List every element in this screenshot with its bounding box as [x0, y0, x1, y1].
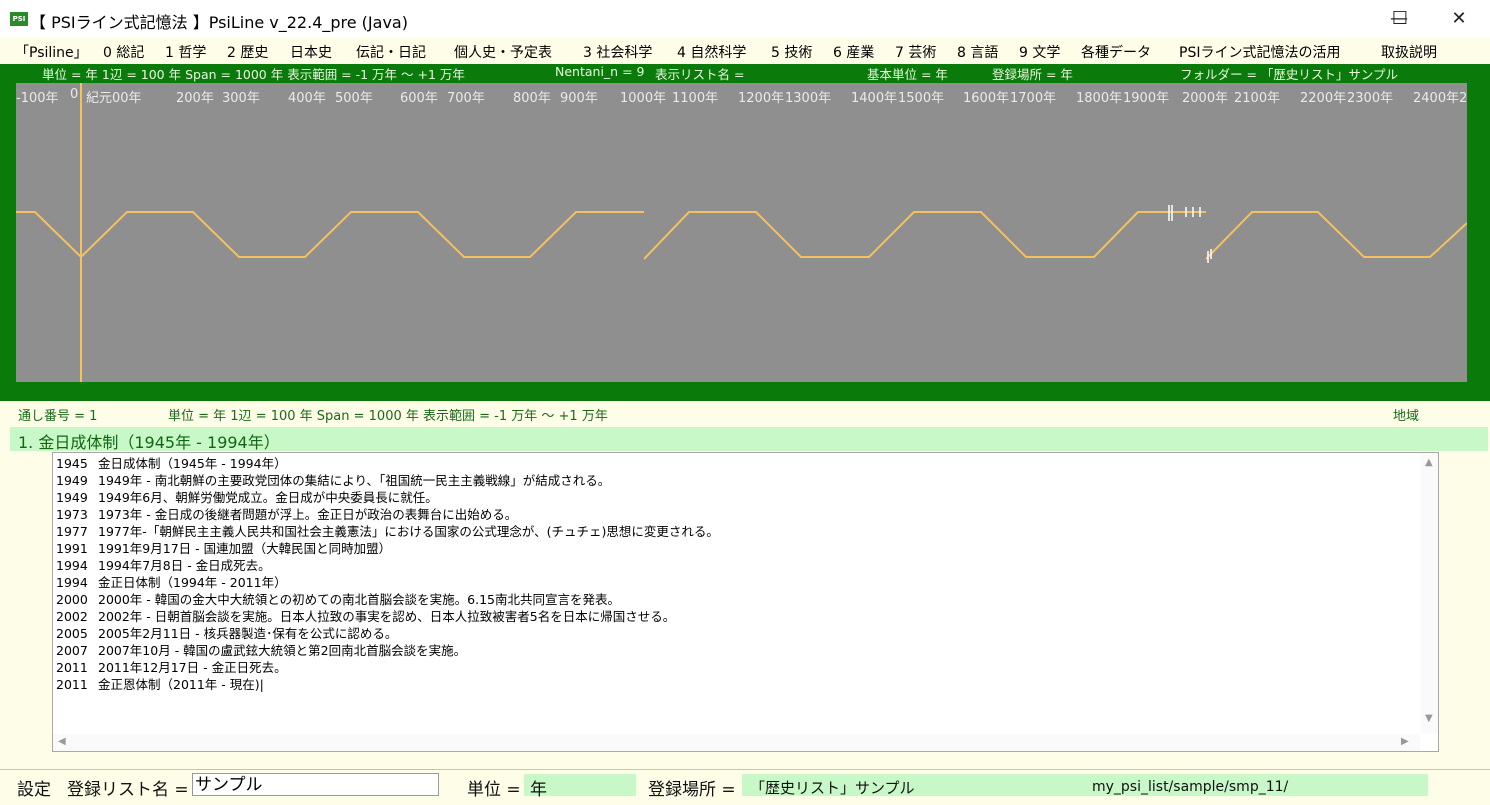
tl-reg-place: 登録場所 = 年	[992, 67, 1073, 82]
entry-year: 1973	[56, 507, 88, 522]
entry-year: 1991	[56, 541, 88, 556]
entries-list: 1945 金日成体制（1945年 - 1994年） 1949 1949年 - 南北朝…	[56, 455, 719, 693]
entry-text: 1949年 - 南北朝鮮の主要政党団体の集結により、「祖国統一民主主義戦線」が結…	[98, 473, 611, 488]
entries-textarea[interactable]: 1945 金日成体制（1945年 - 1994年） 1949 1949年 - 南北朝…	[52, 452, 1439, 752]
menu-social-science[interactable]: 3 社会科学	[583, 42, 652, 62]
scroll-left-icon[interactable]: ◀	[58, 736, 66, 747]
entry-text: 金正恩体制（2011年 - 現在)|	[98, 677, 264, 692]
close-button[interactable]: ✕	[1436, 4, 1482, 34]
entry-year: 2000	[56, 592, 88, 607]
menu-history[interactable]: 2 歴史	[227, 42, 268, 62]
entry-text: 2011年12月17日 - 金正日死去。	[98, 660, 287, 675]
record-title-bar: 1. 金日成体制（1945年 - 1994年）	[10, 427, 1488, 452]
list-item: 1973 1973年 - 金日成の後継者問題が浮上。金正日が政治の表舞台に出始める…	[56, 506, 719, 523]
entry-year: 2002	[56, 609, 88, 624]
list-item: 2011 金正恩体制（2011年 - 現在)|	[56, 676, 719, 693]
unit-value: 年	[530, 780, 547, 800]
menu-manual[interactable]: 取扱説明	[1381, 42, 1437, 62]
list-item: 2005 2005年2月11日 - 核兵器製造･保有を公式に認める。	[56, 625, 719, 642]
menu-art[interactable]: 7 芸術	[895, 42, 936, 62]
list-name-label: 登録リスト名 =	[67, 780, 189, 800]
entry-year: 2007	[56, 643, 88, 658]
list-item: 2002 2002年 - 日朝首脳会談を実施。日本人拉致の事実を認め、日本人拉致被…	[56, 608, 719, 625]
menu-literature[interactable]: 9 文学	[1019, 42, 1060, 62]
region-label: 地域	[1393, 409, 1420, 424]
entry-text: 1973年 - 金日成の後継者問題が浮上。金正日が政治の表舞台に出始める。	[98, 507, 518, 522]
settings-button[interactable]: 設定	[17, 775, 51, 800]
list-item: 2011 2011年12月17日 - 金正日死去。	[56, 659, 719, 676]
entry-text: 2002年 - 日朝首脳会談を実施。日本人拉致の事実を認め、日本人拉致被害者5名…	[98, 609, 676, 624]
bottom-separator	[0, 769, 1490, 770]
title-bar: PSI 【 PSIライン式記憶法 】PsiLine v_22.4_pre (Ja…	[0, 0, 1490, 39]
menu-bar: 「Psiline」 0 総記 1 哲学 2 歴史 日本史 伝記・日記 個人史・予…	[0, 38, 1490, 64]
menu-personal-history[interactable]: 個人史・予定表	[454, 42, 552, 62]
record-title: 1. 金日成体制（1945年 - 1994年）	[18, 433, 280, 452]
menu-biography[interactable]: 伝記・日記	[356, 42, 426, 62]
menu-psiline[interactable]: 「Psiline」	[15, 42, 88, 62]
event-markers	[1168, 205, 1212, 263]
entry-text: 1994年7月8日 - 金日成死去。	[98, 558, 271, 573]
list-item: 1994 1994年7月8日 - 金日成死去。	[56, 557, 719, 574]
menu-natural-science[interactable]: 4 自然科学	[677, 42, 746, 62]
maximize-button[interactable]: ☐	[1377, 4, 1423, 34]
scroll-right-icon[interactable]: ▶	[1401, 736, 1409, 747]
entry-text: 1991年9月17日 - 国連加盟（大韓民国と同時加盟）	[98, 541, 392, 556]
entry-text: 2007年10月 - 韓国の盧武鉉大統領と第2回南北首脳会談を実施。	[98, 643, 467, 658]
place-label: 登録場所 =	[648, 780, 736, 800]
entry-text: 2000年 - 韓国の金大中大統領との初めての南北首脳会談を実施。6.15南北共…	[98, 592, 620, 607]
scroll-up-icon[interactable]: ▲	[1425, 457, 1433, 468]
menu-various-data[interactable]: 各種データ	[1081, 42, 1151, 62]
entry-text: 2005年2月11日 - 核兵器製造･保有を公式に認める。	[98, 626, 398, 641]
list-item: 1949 1949年6月、朝鮮労働党成立。金日成が中央委員長に就任。	[56, 489, 719, 506]
unit-label: 単位 =	[467, 780, 521, 800]
menu-industry[interactable]: 6 産業	[833, 42, 874, 62]
menu-japan-history[interactable]: 日本史	[290, 42, 332, 62]
entry-year: 1949	[56, 473, 88, 488]
entry-year: 1994	[56, 575, 88, 590]
tl-base-unit: 基本単位 = 年	[867, 67, 948, 82]
menu-general[interactable]: 0 総記	[103, 42, 144, 62]
menu-technology[interactable]: 5 技術	[771, 42, 812, 62]
list-item: 1949 1949年 - 南北朝鮮の主要政党団体の集結により、「祖国統一民主主義戦…	[56, 472, 719, 489]
entry-year: 2011	[56, 677, 88, 692]
entry-text: 金日成体制（1945年 - 1994年）	[98, 456, 287, 471]
entry-year: 1994	[56, 558, 88, 573]
list-item: 1977 1977年-「朝鮮民主主義人民共和国社会主義憲法」における国家の公式理念…	[56, 523, 719, 540]
timeline-canvas[interactable]: -100年 0 紀元00年 200年 300年 400年 500年 600年 7…	[16, 83, 1467, 382]
entry-year: 2011	[56, 660, 88, 675]
psi-line-graph	[16, 83, 1467, 382]
list-item: 2000 2000年 - 韓国の金大中大統領との初めての南北首脳会談を実施。6.1…	[56, 591, 719, 608]
tl-unit-info: 単位 = 年 1辺 = 100 年 Span = 1000 年 表示範囲 = -…	[42, 67, 465, 82]
list-item: 2007 2007年10月 - 韓国の盧武鉉大統領と第2回南北首脳会談を実施。	[56, 642, 719, 659]
horizontal-scrollbar[interactable]: ◀ ▶	[53, 734, 1420, 751]
list-item: 1945 金日成体制（1945年 - 1994年）	[56, 455, 719, 472]
list-item: 1994 金正日体制（1994年 - 2011年）	[56, 574, 719, 591]
vertical-scrollbar[interactable]: ▲ ▼	[1421, 453, 1438, 733]
entry-year: 1945	[56, 456, 88, 471]
psi-line	[16, 211, 1467, 260]
entry-text: 金正日体制（1994年 - 2011年）	[98, 575, 287, 590]
entry-text: 1949年6月、朝鮮労働党成立。金日成が中央委員長に就任。	[98, 490, 438, 505]
list-item: 1991 1991年9月17日 - 国連加盟（大韓民国と同時加盟）	[56, 540, 719, 557]
menu-philosophy[interactable]: 1 哲学	[165, 42, 206, 62]
scroll-down-icon[interactable]: ▼	[1425, 713, 1433, 724]
menu-language[interactable]: 8 言語	[957, 42, 998, 62]
unit-info: 単位 = 年 1辺 = 100 年 Span = 1000 年 表示範囲 = -…	[168, 409, 608, 424]
timeline-panel: 単位 = 年 1辺 = 100 年 Span = 1000 年 表示範囲 = -…	[0, 64, 1490, 401]
serial-number: 通し番号 = 1	[18, 409, 98, 424]
path-value: my_psi_list/sample/smp_11/	[1092, 779, 1289, 795]
entry-year: 2005	[56, 626, 88, 641]
tl-nentani: Nentani_n = 9	[555, 64, 645, 79]
entry-text: 1977年-「朝鮮民主主義人民共和国社会主義憲法」における国家の公式理念が、(チ…	[98, 524, 719, 539]
list-name-input[interactable]: サンプル	[192, 773, 439, 796]
app-icon: PSI	[10, 12, 28, 26]
entry-year: 1949	[56, 490, 88, 505]
menu-psiline-usage[interactable]: PSIライン式記憶法の活用	[1179, 42, 1340, 62]
entry-year: 1977	[56, 524, 88, 539]
tl-folder: フォルダー = 「歴史リスト」サンプル	[1180, 67, 1399, 82]
window-title: 【 PSIライン式記憶法 】PsiLine v_22.4_pre (Java)	[30, 13, 408, 32]
tl-list-name: 表示リスト名 =	[655, 67, 745, 82]
place-value: 「歴史リスト」サンプル	[750, 779, 915, 797]
